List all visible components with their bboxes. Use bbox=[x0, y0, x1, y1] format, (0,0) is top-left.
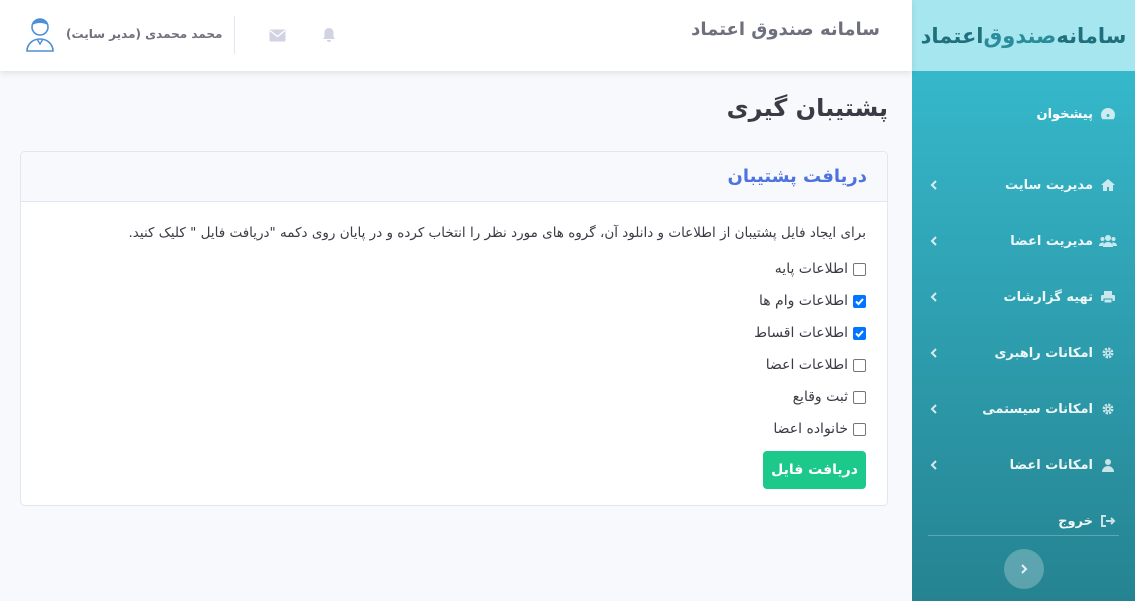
site-title: سامانه صندوق اعتماد bbox=[691, 19, 880, 40]
sign-out-icon bbox=[1099, 512, 1117, 530]
sidebar-item-management-tools[interactable]: امکانات راهبری bbox=[912, 325, 1135, 381]
option-members-info[interactable]: اطلاعات اعضا bbox=[42, 349, 866, 381]
gear-icon bbox=[1099, 344, 1117, 362]
card-body: برای ایجاد فایل پشتیبان از اطلاعات و دان… bbox=[21, 202, 887, 489]
chevron-left-icon bbox=[928, 235, 940, 247]
option-label: اطلاعات وام ها bbox=[758, 293, 848, 309]
option-basic-info[interactable]: اطلاعات پایه bbox=[42, 253, 866, 285]
sidebar-item-member-tools[interactable]: امکانات اعضا bbox=[912, 437, 1135, 493]
avatar bbox=[24, 16, 56, 52]
page-title: پشتیبان گیری bbox=[726, 94, 888, 122]
sidebar-toggle-button[interactable] bbox=[1004, 549, 1044, 589]
brand-part1: سامانه bbox=[1056, 23, 1127, 48]
option-label: اطلاعات اعضا bbox=[765, 357, 848, 373]
chevron-left-icon bbox=[928, 403, 940, 415]
home-icon bbox=[1099, 176, 1117, 194]
chevron-left-icon bbox=[928, 347, 940, 359]
gear-icon bbox=[1099, 400, 1117, 418]
envelope-icon[interactable] bbox=[268, 27, 286, 43]
user-menu[interactable]: محمد محمدی (مدیر سایت) bbox=[24, 16, 222, 52]
checkbox[interactable] bbox=[853, 390, 866, 404]
user-icon bbox=[1099, 456, 1117, 474]
brand-part3: اعتماد bbox=[920, 23, 984, 48]
checkbox[interactable] bbox=[853, 326, 866, 340]
option-label: اطلاعات پایه bbox=[774, 261, 848, 277]
sidebar-nav: پیشخوان مدیریت سایت مدیریت اعضا تهیه گزا… bbox=[912, 71, 1135, 549]
brand-part2: صندوق bbox=[983, 23, 1057, 48]
user-name: محمد محمدی (مدیر سایت) bbox=[66, 27, 223, 41]
bell-icon[interactable] bbox=[320, 27, 338, 43]
sidebar-item-label: تهیه گزارشات bbox=[1003, 289, 1094, 305]
sidebar-item-label: امکانات سیستمی bbox=[982, 401, 1093, 417]
sidebar-item-site-management[interactable]: مدیریت سایت bbox=[912, 157, 1135, 213]
sidebar-item-label: پیشخوان bbox=[1036, 106, 1094, 122]
brand-logo[interactable]: سامانه صندوق اعتماد bbox=[912, 0, 1135, 71]
checkbox[interactable] bbox=[853, 422, 866, 436]
sidebar-item-system-tools[interactable]: امکانات سیستمی bbox=[912, 381, 1135, 437]
option-member-families[interactable]: خانواده اعضا bbox=[42, 413, 866, 445]
option-label: ثبت وقایع bbox=[792, 389, 848, 405]
sidebar-item-dashboard[interactable]: پیشخوان bbox=[912, 71, 1135, 157]
download-file-button[interactable]: دریافت فایل bbox=[763, 451, 866, 489]
sidebar-item-label: مدیریت سایت bbox=[1004, 177, 1093, 193]
sidebar-item-label: خروج bbox=[1058, 513, 1093, 529]
sidebar-item-label: امکانات اعضا bbox=[1009, 457, 1093, 473]
sidebar-divider bbox=[928, 535, 1119, 536]
backup-options: اطلاعات پایه اطلاعات وام ها اطلاعات اقسا… bbox=[42, 253, 866, 445]
card-title: دریافت پشتیبان bbox=[727, 166, 867, 187]
sidebar-item-reports[interactable]: تهیه گزارشات bbox=[912, 269, 1135, 325]
instructions-text: برای ایجاد فایل پشتیبان از اطلاعات و دان… bbox=[128, 225, 866, 241]
checkbox[interactable] bbox=[853, 358, 866, 372]
sidebar-item-members-management[interactable]: مدیریت اعضا bbox=[912, 213, 1135, 269]
card-header: دریافت پشتیبان bbox=[21, 152, 887, 202]
chevron-left-icon bbox=[928, 179, 940, 191]
chevron-left-icon bbox=[928, 459, 940, 471]
users-icon bbox=[1099, 232, 1117, 250]
option-label: اطلاعات اقساط bbox=[754, 325, 848, 341]
dashboard-icon bbox=[1099, 105, 1117, 123]
topbar-divider bbox=[234, 16, 235, 54]
sidebar-item-label: امکانات راهبری bbox=[994, 345, 1093, 361]
sidebar-item-logout[interactable]: خروج bbox=[912, 493, 1135, 549]
chevron-left-icon bbox=[928, 291, 940, 303]
checkbox[interactable] bbox=[853, 294, 866, 308]
print-icon bbox=[1099, 288, 1117, 306]
sidebar: سامانه صندوق اعتماد پیشخوان مدیریت سایت مد… bbox=[912, 0, 1135, 601]
backup-card: دریافت پشتیبان برای ایجاد فایل پشتیبان ا… bbox=[20, 151, 888, 506]
chevron-right-icon bbox=[1021, 564, 1028, 574]
checkbox[interactable] bbox=[853, 262, 866, 276]
topbar: سامانه صندوق اعتماد محمد محمدی (مدیر سای… bbox=[0, 0, 912, 71]
option-label: خانواده اعضا bbox=[773, 421, 848, 437]
option-loans-info[interactable]: اطلاعات وام ها bbox=[42, 285, 866, 317]
option-installments-info[interactable]: اطلاعات اقساط bbox=[42, 317, 866, 349]
sidebar-item-label: مدیریت اعضا bbox=[1010, 233, 1093, 249]
option-event-log[interactable]: ثبت وقایع bbox=[42, 381, 866, 413]
